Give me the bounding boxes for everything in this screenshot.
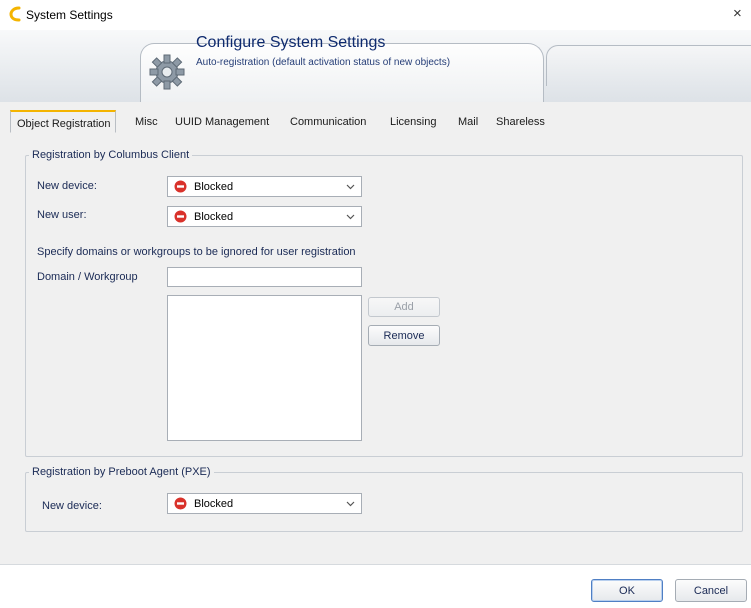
new-device-label: New device: bbox=[37, 180, 97, 192]
pxe-new-device-label: New device: bbox=[42, 500, 102, 512]
chevron-down-icon bbox=[346, 184, 355, 190]
new-device-select[interactable]: Blocked bbox=[167, 176, 362, 197]
pxe-new-device-select[interactable]: Blocked bbox=[167, 493, 362, 514]
tab-uuid-management[interactable]: UUID Management bbox=[175, 116, 269, 128]
banner-right-shape bbox=[546, 45, 751, 86]
new-device-value: Blocked bbox=[194, 181, 234, 193]
gear-icon bbox=[149, 54, 185, 90]
cancel-button[interactable]: Cancel bbox=[675, 579, 747, 602]
close-icon[interactable]: × bbox=[733, 5, 742, 22]
new-user-select[interactable]: Blocked bbox=[167, 206, 362, 227]
blocked-icon bbox=[174, 497, 187, 510]
window-title: System Settings bbox=[26, 8, 113, 22]
tab-misc[interactable]: Misc bbox=[135, 116, 158, 128]
columbus-logo-icon bbox=[9, 6, 21, 22]
tab-licensing[interactable]: Licensing bbox=[390, 116, 436, 128]
ok-button[interactable]: OK bbox=[591, 579, 663, 602]
pxe-registration-group bbox=[25, 472, 743, 532]
dialog-footer: OK Cancel bbox=[0, 564, 751, 608]
remove-domain-button[interactable]: Remove bbox=[368, 325, 440, 346]
tab-strip: Object Registration Misc UUID Management… bbox=[0, 102, 751, 135]
banner-tab-shape bbox=[140, 43, 544, 104]
domain-workgroup-label: Domain / Workgroup bbox=[37, 271, 138, 283]
pxe-new-device-value: Blocked bbox=[194, 498, 234, 510]
tab-shareless[interactable]: Shareless bbox=[496, 116, 545, 128]
ignore-domains-hint: Specify domains or workgroups to be igno… bbox=[37, 246, 356, 258]
client-group-title: Registration by Columbus Client bbox=[29, 149, 193, 161]
new-user-value: Blocked bbox=[194, 211, 234, 223]
chevron-down-icon bbox=[346, 214, 355, 220]
pxe-group-title: Registration by Preboot Agent (PXE) bbox=[29, 466, 214, 478]
new-user-label: New user: bbox=[37, 209, 87, 221]
add-domain-button[interactable]: Add bbox=[368, 297, 440, 317]
blocked-icon bbox=[174, 210, 187, 223]
domain-workgroup-input[interactable] bbox=[167, 267, 362, 287]
tab-communication[interactable]: Communication bbox=[290, 116, 366, 128]
tab-object-registration[interactable]: Object Registration bbox=[10, 110, 116, 133]
chevron-down-icon bbox=[346, 501, 355, 507]
title-bar: System Settings × bbox=[0, 0, 751, 30]
tab-content: Registration by Columbus Client New devi… bbox=[0, 134, 751, 564]
page-title: Configure System Settings bbox=[196, 34, 386, 51]
page-subtitle: Auto-registration (default activation st… bbox=[196, 57, 451, 68]
ignored-domains-list[interactable] bbox=[167, 295, 362, 441]
tab-mail[interactable]: Mail bbox=[458, 116, 478, 128]
blocked-icon bbox=[174, 180, 187, 193]
